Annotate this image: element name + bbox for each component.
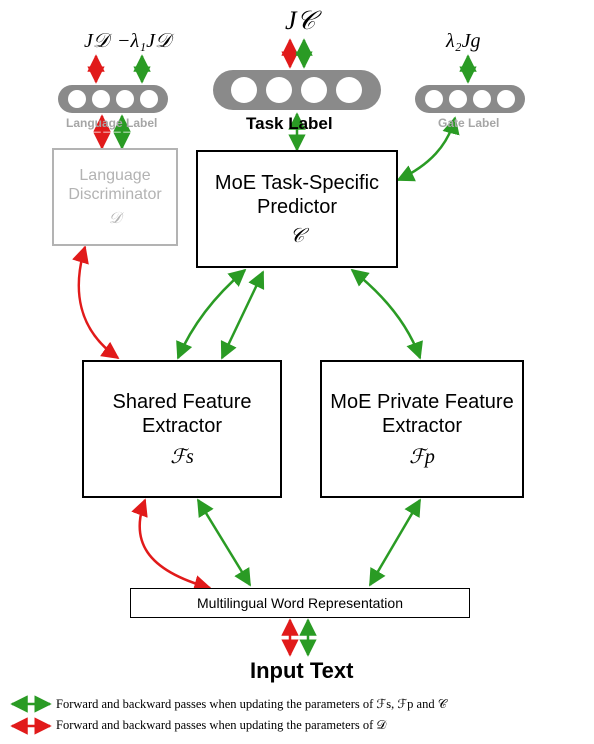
- predictor-title: MoE Task-Specific Predictor: [206, 171, 388, 219]
- legend-green-text: Forward and backward passes when updatin…: [56, 696, 447, 712]
- lang-disc-symbol: 𝒟: [109, 210, 122, 228]
- loss-neg-lambda1-jd: −λ₁J𝒟: [117, 30, 171, 53]
- legend-red: Forward and backward passes when updatin…: [56, 718, 386, 733]
- label-gate: Gate Label: [438, 116, 499, 130]
- loss-jc: J𝒞: [285, 6, 316, 37]
- arrow-private-wordrep-green: [370, 500, 420, 585]
- loss-jd: J𝒟: [84, 30, 109, 53]
- shared-title: Shared Feature Extractor: [92, 390, 272, 438]
- arrow-disc-shared-red: [79, 247, 118, 358]
- legend-green: Forward and backward passes when updatin…: [56, 696, 447, 712]
- arrow-predictor-private: [352, 270, 420, 358]
- box-shared-extractor: Shared Feature Extractor ℱs: [82, 360, 282, 498]
- private-title: MoE Private Feature Extractor: [330, 390, 514, 438]
- task-capsule-icon: [213, 70, 381, 110]
- gate-capsule-icon: [415, 85, 525, 113]
- shared-symbol: ℱs: [170, 444, 194, 469]
- label-language: Language Label: [66, 116, 157, 130]
- arrow-shared-wordrep-red: [140, 500, 210, 588]
- private-symbol: ℱp: [409, 444, 435, 469]
- arrow-shared-wordrep-green: [198, 500, 250, 585]
- label-input-text: Input Text: [250, 658, 353, 684]
- legend-red-text: Forward and backward passes when updatin…: [56, 718, 386, 733]
- box-predictor: MoE Task-Specific Predictor 𝒞: [196, 150, 398, 268]
- label-task: Task Label: [246, 114, 333, 134]
- lang-disc-title: Language Discriminator: [62, 166, 168, 204]
- predictor-symbol: 𝒞: [290, 225, 305, 248]
- wordrep-text: Multilingual Word Representation: [197, 595, 403, 611]
- box-language-discriminator: Language Discriminator 𝒟: [52, 148, 178, 246]
- arrow-predictor-shared-left: [178, 270, 245, 358]
- box-word-representation: Multilingual Word Representation: [130, 588, 470, 618]
- box-private-extractor: MoE Private Feature Extractor ℱp: [320, 360, 524, 498]
- language-capsule-icon: [58, 85, 168, 113]
- loss-lambda2-jg: λ₂Jg: [446, 30, 481, 53]
